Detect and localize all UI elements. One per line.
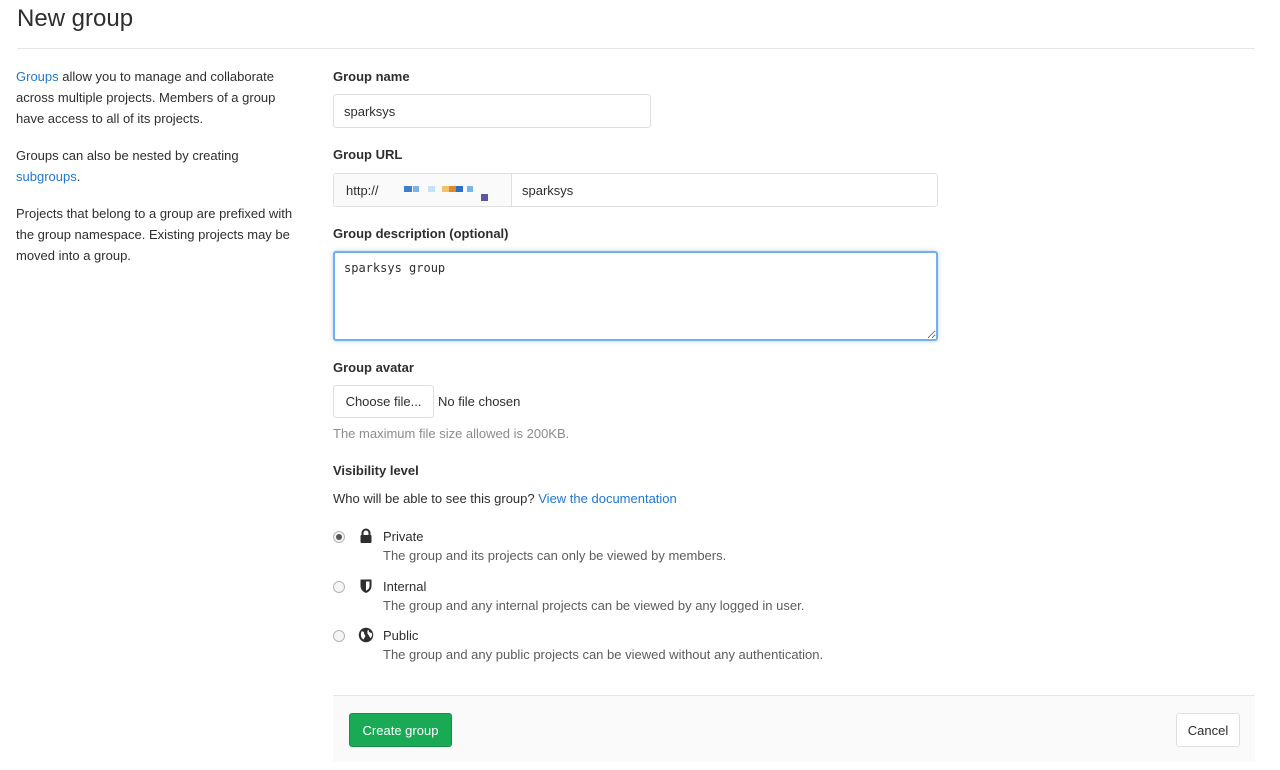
redacted-block <box>481 194 488 201</box>
sidebar-info: Groups allow you to manage and collabora… <box>16 66 306 282</box>
subgroups-info-text: Groups can also be nested by creating <box>16 148 239 163</box>
globe-icon <box>358 627 374 643</box>
private-radio[interactable] <box>333 531 345 543</box>
group-avatar-label: Group avatar <box>333 360 414 375</box>
group-description-textarea[interactable]: sparksys group <box>333 251 938 341</box>
groups-link[interactable]: Groups <box>16 69 59 84</box>
public-radio[interactable] <box>333 630 345 642</box>
internal-label: Internal <box>383 579 427 594</box>
private-help: The group and its projects can only be v… <box>383 548 727 563</box>
file-size-help: The maximum file size allowed is 200KB. <box>333 426 570 441</box>
namespace-info: Projects that belong to a group are pref… <box>16 206 293 263</box>
internal-radio[interactable] <box>333 581 345 593</box>
visibility-option-internal[interactable]: Internal The group and any internal proj… <box>333 578 933 618</box>
visibility-question-text: Who will be able to see this group? <box>333 491 535 506</box>
file-status-text: No file chosen <box>438 394 521 409</box>
public-label: Public <box>383 628 419 643</box>
group-url-prefix-text: http:// <box>346 182 379 198</box>
redacted-block <box>449 186 456 192</box>
redacted-block <box>404 186 412 192</box>
form-actions: Create group Cancel <box>333 695 1255 762</box>
group-name-label: Group name <box>333 69 410 84</box>
internal-help: The group and any internal projects can … <box>383 598 805 613</box>
visibility-option-private[interactable]: Private The group and its projects can o… <box>333 528 933 568</box>
redacted-block <box>442 186 449 192</box>
group-url-prefix: http:// <box>334 174 512 206</box>
redacted-block <box>467 186 473 192</box>
group-url-label: Group URL <box>333 147 403 162</box>
view-documentation-link[interactable]: View the documentation <box>538 491 677 506</box>
subgroups-period: . <box>76 169 81 184</box>
visibility-option-public[interactable]: Public The group and any public projects… <box>333 627 933 667</box>
lock-icon <box>360 528 372 543</box>
redacted-block <box>413 186 419 192</box>
create-group-button[interactable]: Create group <box>349 713 452 747</box>
subgroups-info: Groups can also be nested by creating su… <box>16 145 306 187</box>
redacted-block <box>456 186 463 192</box>
public-help: The group and any public projects can be… <box>383 647 824 662</box>
visibility-question: Who will be able to see this group? View… <box>333 491 677 506</box>
group-description-label: Group description (optional) <box>333 226 509 241</box>
choose-file-button[interactable]: Choose file... <box>333 385 434 418</box>
group-url-field: http:// <box>333 173 938 207</box>
group-url-path-input[interactable] <box>512 174 937 206</box>
visibility-level-label: Visibility level <box>333 463 419 478</box>
title-divider <box>17 48 1255 49</box>
group-name-input[interactable] <box>333 94 651 128</box>
subgroups-link[interactable]: subgroups <box>16 169 77 184</box>
private-label: Private <box>383 529 424 544</box>
shield-icon <box>360 579 372 593</box>
redacted-block <box>428 186 435 192</box>
page-title: New group <box>17 5 134 32</box>
cancel-button[interactable]: Cancel <box>1176 713 1240 747</box>
groups-intro: Groups allow you to manage and collabora… <box>16 66 306 129</box>
